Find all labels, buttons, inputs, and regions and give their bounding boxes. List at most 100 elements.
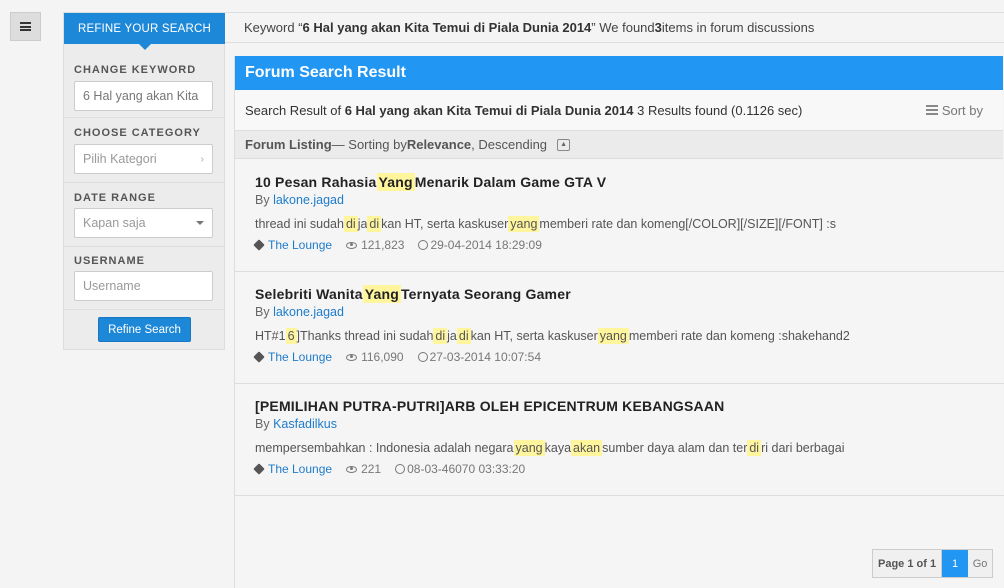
text-segment: memberi rate dan komeng[/COLOR][/SIZE][/… (539, 217, 837, 231)
listing-separator: — Sorting by (331, 137, 407, 152)
author-link[interactable]: lakone.jagad (273, 305, 344, 319)
keyword-summary-bar: Keyword “6 Hal yang akan Kita Temui di P… (225, 12, 1004, 43)
result-title-link[interactable]: Selebriti Wanita Yang Ternyata Seorang G… (255, 284, 1004, 304)
highlight-term: di (747, 440, 762, 456)
refine-search-button[interactable]: Refine Search (98, 317, 191, 342)
result-meta: The Lounge 221 08-03-46070 03:33:20 (253, 461, 1004, 477)
highlight-term: di (456, 328, 471, 344)
listing-order: , Descending (471, 137, 548, 152)
sort-by-button[interactable]: Sort by (925, 102, 983, 118)
tag-icon (253, 351, 265, 363)
page-info: Page 1 of 1 (873, 550, 943, 577)
keyword-suffix: items in forum discussions (661, 20, 815, 35)
result-author-line: By lakone.jagad (255, 305, 1004, 321)
result-count: 3 (654, 20, 662, 35)
highlight-term: di (433, 328, 448, 344)
text-segment: HT#1 (255, 329, 286, 343)
eye-icon (346, 353, 358, 361)
result-author-line: By lakone.jagad (255, 193, 1004, 209)
clock-icon (418, 240, 429, 250)
text-segment: sumber daya alam dan ter (602, 441, 748, 455)
result-summary: Search Result of 6 Hal yang akan Kita Te… (235, 90, 1003, 130)
author-link[interactable]: lakone.jagad (273, 193, 344, 207)
text-segment: [PEMILIHAN PUTRA-PUTRI]ARB OLEH EPICENTR… (255, 398, 725, 414)
tag-icon (253, 463, 265, 475)
post-date: 08-03-46070 03:33:20 (407, 462, 526, 476)
result-meta: The Lounge 121,823 29-04-2014 18:29:09 (253, 237, 1004, 253)
text-segment: kan HT, serta kaskuser (381, 217, 509, 231)
keyword-middle: ” We found (591, 20, 655, 35)
menu-toggle-button[interactable] (10, 12, 41, 41)
result-item: 10 Pesan Rahasia Yang Menarik Dalam Game… (235, 160, 1004, 272)
text-segment: kan HT, serta kaskuser (470, 329, 598, 343)
category-link[interactable]: The Lounge (268, 462, 332, 476)
username-input[interactable]: Username (74, 271, 213, 301)
text-segment: Menarik Dalam Game GTA V (414, 174, 607, 190)
view-count: 121,823 (361, 238, 405, 252)
post-date: 27-03-2014 10:07:54 (429, 350, 541, 364)
username-section: USERNAME Username (64, 248, 224, 310)
clock-icon (395, 464, 406, 474)
author-link[interactable]: Kasfadilkus (273, 417, 337, 431)
result-title-link[interactable]: [PEMILIHAN PUTRA-PUTRI]ARB OLEH EPICENTR… (255, 396, 1004, 416)
text-segment: ]Thanks thread ini sudah (296, 329, 434, 343)
hamburger-icon (20, 22, 31, 31)
choose-category-section: CHOOSE CATEGORY Pilih Kategori › (64, 119, 224, 183)
result-snippet: thread ini sudah di ja di kan HT, serta … (255, 215, 1004, 233)
summary-keyword: 6 Hal yang akan Kita Temui di Piala Duni… (344, 102, 634, 118)
collapse-up-icon[interactable]: ▲ (557, 138, 571, 151)
pagination: Page 1 of 1 1 Go (872, 549, 994, 578)
page-1-button[interactable]: 1 (942, 550, 969, 577)
listing-title: Forum Listing (245, 137, 332, 152)
text-segment: ja (447, 329, 457, 343)
result-snippet: HT#1 6 ]Thanks thread ini sudah di ja di… (255, 327, 1004, 345)
date-range-select[interactable]: Kapan saja (74, 208, 213, 238)
change-keyword-label: CHANGE KEYWORD (74, 64, 197, 76)
by-label: By (255, 193, 274, 207)
by-label: By (255, 305, 274, 319)
date-range-value: Kapan saja (83, 216, 146, 230)
category-select[interactable]: Pilih Kategori › (74, 144, 213, 174)
refine-your-search-tab[interactable]: REFINE YOUR SEARCH (64, 13, 225, 50)
summary-prefix: Search Result of (245, 102, 345, 118)
highlight-term: yang (597, 328, 629, 344)
sort-by-label: Sort by (941, 102, 983, 118)
category-label: CHOOSE CATEGORY (74, 127, 201, 139)
result-snippet: mempersembahkan : Indonesia adalah negar… (255, 439, 1004, 457)
change-keyword-section: CHANGE KEYWORD 6 Hal yang akan Kita (64, 57, 224, 118)
date-range-section: DATE RANGE Kapan saja (64, 184, 224, 247)
by-label: By (255, 417, 274, 431)
result-title-link[interactable]: 10 Pesan Rahasia Yang Menarik Dalam Game… (255, 172, 1004, 192)
text-segment: memberi rate dan komeng :shakehand2 (628, 329, 850, 343)
post-date: 29-04-2014 18:29:09 (430, 238, 542, 252)
category-select-value: Pilih Kategori (83, 152, 157, 166)
page-title: Forum Search Result (235, 56, 1003, 90)
chevron-down-icon (196, 221, 204, 225)
highlight-term: 6 (285, 328, 297, 344)
category-link[interactable]: The Lounge (268, 238, 332, 252)
highlight-term: yang (508, 216, 540, 232)
result-item: Selebriti Wanita Yang Ternyata Seorang G… (235, 272, 1004, 384)
text-segment: thread ini sudah (255, 217, 344, 231)
category-link[interactable]: The Lounge (268, 350, 332, 364)
text-segment: kaya (544, 441, 572, 455)
highlight-term: di (343, 216, 358, 232)
eye-icon (346, 465, 358, 473)
result-author-line: By Kasfadilkus (255, 417, 1004, 433)
clock-icon (417, 352, 428, 362)
go-button[interactable]: Go (968, 550, 992, 577)
text-segment: Ternyata Seorang Gamer (400, 286, 571, 302)
list-icon (925, 105, 938, 115)
view-count: 116,090 (361, 350, 404, 364)
highlight-term: akan (571, 440, 603, 456)
date-range-label: DATE RANGE (74, 192, 156, 204)
eye-icon (346, 241, 358, 249)
text-segment: Selebriti Wanita (255, 286, 363, 302)
keyword-prefix: Keyword “ (244, 20, 303, 35)
keyword-input[interactable]: 6 Hal yang akan Kita (74, 81, 213, 111)
result-meta: The Lounge 116,090 27-03-2014 10:07:54 (253, 349, 1004, 365)
chevron-right-icon: › (200, 153, 204, 165)
result-item: [PEMILIHAN PUTRA-PUTRI]ARB OLEH EPICENTR… (235, 384, 1004, 496)
text-segment: ja (357, 217, 368, 231)
tag-icon (253, 239, 265, 251)
